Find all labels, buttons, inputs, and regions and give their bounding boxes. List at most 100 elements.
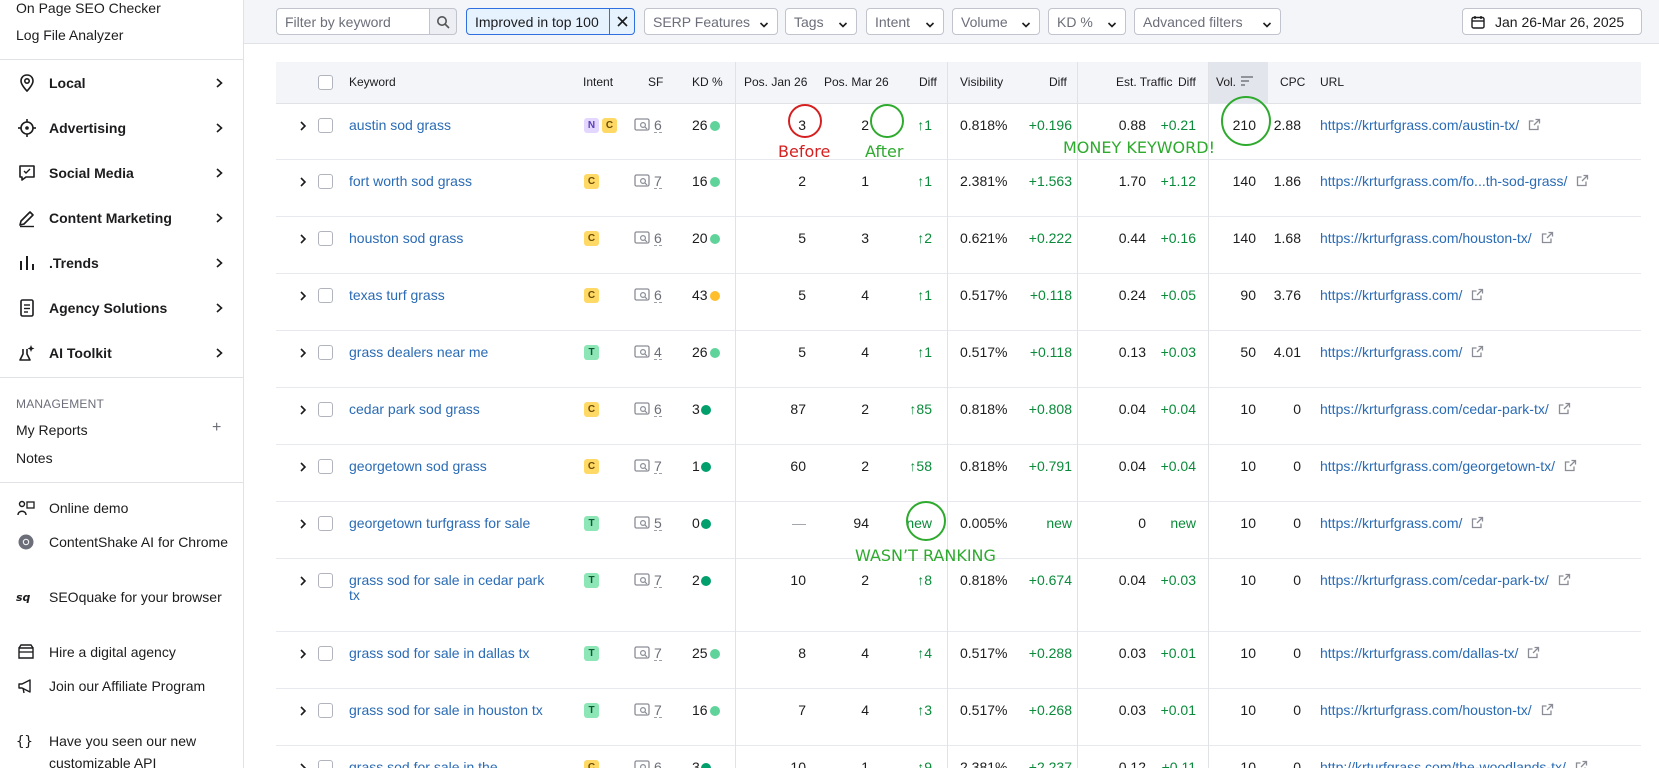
keyword-link[interactable]: georgetown turfgrass for sale [349, 515, 530, 531]
keyword-link[interactable]: texas turf grass [349, 287, 445, 303]
filter-dropdown-kd[interactable]: KD % [1048, 8, 1126, 35]
external-link-icon[interactable] [1471, 345, 1484, 361]
external-link-icon[interactable] [1541, 231, 1554, 247]
sidebar-link-on-page-seo-checker[interactable]: On Page SEO Checker [16, 0, 161, 16]
row-checkbox[interactable] [318, 760, 333, 768]
intent-badge-c[interactable]: C [584, 231, 599, 246]
row-checkbox[interactable] [318, 288, 333, 303]
serp-features-icon[interactable] [634, 760, 650, 768]
row-checkbox[interactable] [318, 459, 333, 474]
external-link-icon[interactable] [1558, 402, 1571, 418]
header-volume[interactable]: Vol. [1216, 75, 1236, 89]
sidebar-section-local[interactable]: Local [0, 68, 243, 98]
ranking-url-text[interactable]: https://krturfgrass.com/ [1320, 287, 1462, 303]
expand-row-icon[interactable] [298, 346, 308, 362]
sidebar-section-content-marketing[interactable]: Content Marketing [0, 203, 243, 233]
intent-badge-c[interactable]: C [584, 402, 599, 417]
ranking-url-text[interactable]: https://krturfgrass.com/houston-tx/ [1320, 702, 1532, 718]
external-link-icon[interactable] [1471, 516, 1484, 532]
ranking-url-text[interactable]: https://krturfgrass.com/houston-tx/ [1320, 230, 1532, 246]
ranking-url-text[interactable]: https://krturfgrass.com/ [1320, 515, 1462, 531]
serp-features-count[interactable]: 6 [654, 288, 662, 303]
sidebar-section-trends[interactable]: .Trends [0, 248, 243, 278]
table-row[interactable]: austin sod grass N C 6 26 3 2 ↑1 0.818% +0.196 0.8… [276, 104, 1641, 160]
table-row[interactable]: grass sod for sale in dallas tx T 7 25 8 4 ↑4 0… [276, 632, 1641, 689]
ranking-url-link[interactable]: https://krturfgrass.com/dallas-tx/ [1320, 645, 1540, 662]
serp-features-icon[interactable] [634, 459, 650, 476]
date-range-picker[interactable]: Jan 26-Mar 26, 2025 [1462, 8, 1642, 35]
intent-badge-n[interactable]: N [584, 118, 599, 133]
serp-features-icon[interactable] [634, 345, 650, 362]
filter-dropdown-serp-features[interactable]: SERP Features [644, 8, 778, 35]
intent-badge-t[interactable]: T [584, 573, 599, 588]
ranking-url-link[interactable]: https://krturfgrass.com/cedar-park-tx/ [1320, 401, 1571, 418]
ranking-url-link[interactable]: https://krturfgrass.com/ [1320, 344, 1484, 361]
intent-badge-t[interactable]: T [584, 646, 599, 661]
keyword-link[interactable]: austin sod grass [349, 117, 451, 133]
remove-filter-button[interactable] [609, 8, 635, 35]
external-link-icon[interactable] [1527, 646, 1540, 662]
external-link-icon[interactable] [1564, 459, 1577, 475]
table-row[interactable]: grass sod for sale in cedar park tx T 7 2 10 2… [276, 559, 1641, 632]
expand-row-icon[interactable] [298, 647, 308, 663]
table-row[interactable]: cedar park sod grass C 6 3 87 2 ↑85 0.818% +0.80… [276, 388, 1641, 445]
row-checkbox[interactable] [318, 118, 333, 133]
expand-row-icon[interactable] [298, 761, 308, 768]
keyword-link[interactable]: fort worth sod grass [349, 173, 472, 189]
row-checkbox[interactable] [318, 402, 333, 417]
sidebar-link-my-reports[interactable]: My Reports [16, 422, 88, 438]
sidebar-section-agency-solutions[interactable]: Agency Solutions [0, 293, 243, 323]
keyword-link[interactable]: grass sod for sale in the [349, 759, 498, 768]
header-pos-jan[interactable]: Pos. Jan 26 [744, 75, 807, 89]
serp-features-icon[interactable] [634, 573, 650, 590]
filter-dropdown-advanced-filters[interactable]: Advanced filters [1134, 8, 1281, 35]
keyword-link-continued[interactable]: tx [349, 587, 360, 603]
header-keyword[interactable]: Keyword [349, 75, 396, 89]
intent-badge-t[interactable]: T [584, 345, 599, 360]
row-checkbox[interactable] [318, 703, 333, 718]
row-checkbox[interactable] [318, 646, 333, 661]
header-diff[interactable]: Diff [919, 75, 937, 89]
serp-features-count[interactable]: 5 [654, 516, 662, 531]
row-checkbox[interactable] [318, 174, 333, 189]
sort-desc-icon[interactable] [1241, 76, 1253, 86]
header-pos-mar[interactable]: Pos. Mar 26 [824, 75, 889, 89]
table-row[interactable]: grass sod for sale in the C 6 3 10 1 ↑9 2.381% +… [276, 746, 1641, 768]
intent-badge-c[interactable]: C [584, 174, 599, 189]
header-visibility-diff[interactable]: Diff [1049, 75, 1067, 89]
ranking-url-link[interactable]: https://krturfgrass.com/houston-tx/ [1320, 230, 1554, 247]
keyword-link[interactable]: cedar park sod grass [349, 401, 480, 417]
header-traffic-diff[interactable]: Diff [1178, 75, 1196, 89]
serp-features-count[interactable]: 7 [654, 703, 662, 718]
keyword-link[interactable]: grass dealers near me [349, 344, 488, 360]
ranking-url-link[interactable]: https://krturfgrass.com/houston-tx/ [1320, 702, 1554, 719]
filter-dropdown-intent[interactable]: Intent [866, 8, 944, 35]
header-cpc[interactable]: CPC [1280, 75, 1305, 89]
ranking-url-text[interactable]: http://krturfgrass.com/the-woodlands-tx/ [1320, 759, 1566, 768]
serp-features-count[interactable]: 7 [654, 573, 662, 588]
keyword-link[interactable]: grass sod for sale in dallas tx [349, 645, 530, 661]
keyword-link[interactable]: houston sod grass [349, 230, 463, 246]
ranking-url-text[interactable]: https://krturfgrass.com/cedar-park-tx/ [1320, 572, 1549, 588]
external-link-icon[interactable] [1528, 118, 1541, 134]
external-link-icon[interactable] [1558, 573, 1571, 589]
ranking-url-link[interactable]: https://krturfgrass.com/georgetown-tx/ [1320, 458, 1577, 475]
row-checkbox[interactable] [318, 231, 333, 246]
serp-features-count[interactable]: 6 [654, 402, 662, 417]
table-row[interactable]: grass dealers near me T 4 26 5 4 ↑1 0.517% +0.11… [276, 331, 1641, 388]
serp-features-count[interactable]: 7 [654, 174, 662, 189]
intent-badge-c[interactable]: C [584, 288, 599, 303]
expand-row-icon[interactable] [298, 289, 308, 305]
expand-row-icon[interactable] [298, 175, 308, 191]
table-row[interactable]: fort worth sod grass C 7 16 2 1 ↑1 2.381% +1.563… [276, 160, 1641, 217]
row-checkbox[interactable] [318, 516, 333, 531]
table-row[interactable]: texas turf grass C 6 43 5 4 ↑1 0.517% +0.118 0.24… [276, 274, 1641, 331]
table-row[interactable]: houston sod grass C 6 20 5 3 ↑2 0.621% +0.222 0.4… [276, 217, 1641, 274]
serp-features-count[interactable]: 7 [654, 646, 662, 661]
external-link-icon[interactable] [1471, 288, 1484, 304]
external-link-icon[interactable] [1576, 174, 1589, 190]
serp-features-icon[interactable] [634, 288, 650, 305]
expand-row-icon[interactable] [298, 403, 308, 419]
keyword-link[interactable]: grass sod for sale in houston tx [349, 702, 543, 718]
sidebar-section-ai-toolkit[interactable]: AI Toolkit [0, 338, 243, 368]
